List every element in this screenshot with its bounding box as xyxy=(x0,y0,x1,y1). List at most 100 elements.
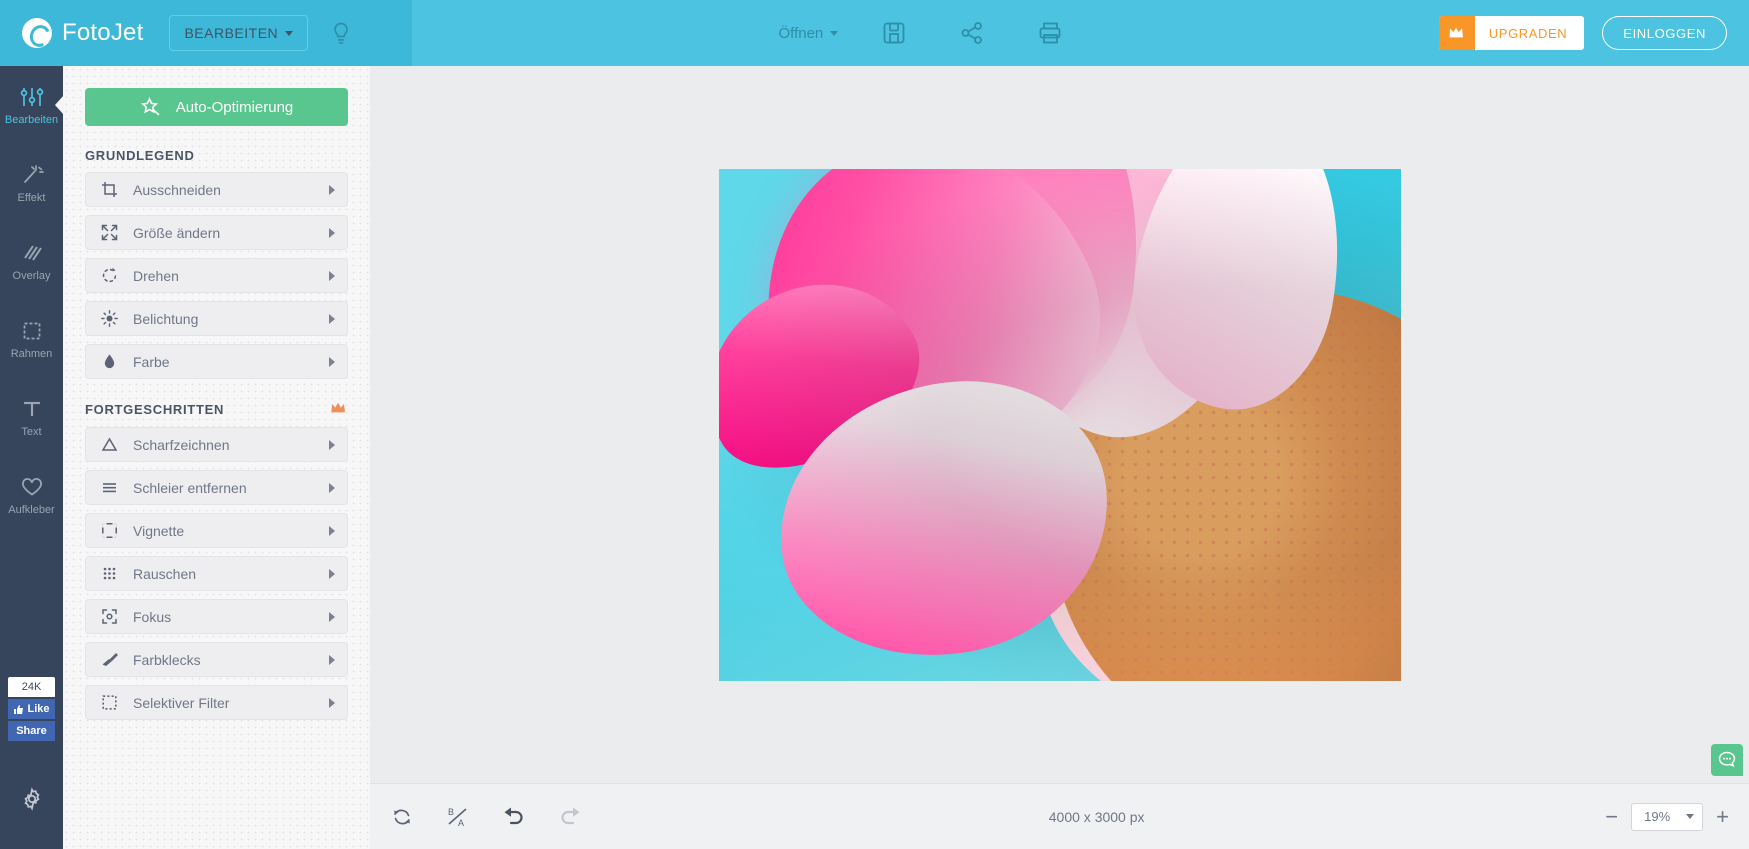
tool-schleier-entfernen[interactable]: Schleier entfernen xyxy=(85,470,348,505)
auto-enhance-label: Auto-Optimierung xyxy=(175,98,294,116)
upgrade-button[interactable]: UPGRADEN xyxy=(1438,16,1585,50)
undo-button[interactable] xyxy=(496,799,532,835)
zoom-level-select[interactable]: 19% xyxy=(1631,802,1704,831)
chevron-down-icon xyxy=(830,30,839,36)
tool-ausschneiden[interactable]: Ausschneiden xyxy=(85,172,348,207)
tool-label: Größe ändern xyxy=(133,224,221,241)
zoom-controls: − 19% + xyxy=(1605,802,1749,831)
sidebar-item-overlay[interactable]: Overlay xyxy=(0,222,63,300)
bottom-toolbar-left: B A xyxy=(370,799,588,835)
login-button[interactable]: EINLOGGEN xyxy=(1602,16,1727,50)
gear-icon xyxy=(23,787,40,811)
thumbs-up-icon xyxy=(14,704,24,714)
facebook-social-widget: 24K Like Share xyxy=(8,677,55,741)
sidebar-item-label: Aufkleber xyxy=(8,503,55,516)
focus-icon xyxy=(98,608,120,625)
tool-scharfzeichnen[interactable]: Scharfzeichnen xyxy=(85,427,348,462)
save-icon xyxy=(883,22,905,44)
upgrade-label: UPGRADEN xyxy=(1488,25,1568,41)
paintbrush-icon xyxy=(98,651,120,668)
edit-menu-label: BEARBEITEN xyxy=(184,25,279,41)
heart-icon xyxy=(21,477,42,496)
text-t-icon xyxy=(23,401,40,416)
tool-label: Belichtung xyxy=(133,310,199,327)
crown-icon-wrap xyxy=(1438,16,1475,50)
left-nav-rail: Bearbeiten Effekt Overlay Rahmen Text Au… xyxy=(0,66,63,849)
tool-belichtung[interactable]: Belichtung xyxy=(85,301,348,336)
settings-button[interactable] xyxy=(0,787,63,811)
facebook-like-label: Like xyxy=(27,703,50,715)
facebook-share-button[interactable]: Share xyxy=(8,721,55,741)
resize-icon xyxy=(98,224,120,241)
sidebar-item-rahmen[interactable]: Rahmen xyxy=(0,300,63,378)
facebook-share-label: Share xyxy=(16,725,47,737)
chevron-down-icon xyxy=(285,30,294,36)
vignette-icon xyxy=(98,522,120,539)
sidebar-item-aufkleber[interactable]: Aufkleber xyxy=(0,456,63,534)
sidebar-item-label: Overlay xyxy=(12,269,51,282)
before-after-button[interactable]: B A xyxy=(440,799,476,835)
tool-label: Drehen xyxy=(133,267,179,284)
tool-groesse-aendern[interactable]: Größe ändern xyxy=(85,215,348,250)
print-button[interactable] xyxy=(1028,11,1072,55)
reset-button[interactable] xyxy=(384,799,420,835)
zoom-out-button[interactable]: − xyxy=(1605,805,1618,828)
tool-label: Ausschneiden xyxy=(133,181,221,198)
canvas-area[interactable] xyxy=(370,66,1749,783)
photo-canvas[interactable] xyxy=(718,168,1401,681)
tool-drehen[interactable]: Drehen xyxy=(85,258,348,293)
chevron-right-icon xyxy=(329,313,335,324)
tool-fokus[interactable]: Fokus xyxy=(85,599,348,634)
section-title: FORTGESCHRITTEN xyxy=(85,402,225,417)
zoom-level-value: 19% xyxy=(1644,809,1671,824)
tool-label: Selektiver Filter xyxy=(133,694,230,711)
header-center-tools: Öffnen xyxy=(412,0,1439,66)
chevron-right-icon xyxy=(329,439,335,450)
sidebar-item-effekt[interactable]: Effekt xyxy=(0,144,63,222)
tool-label: Farbe xyxy=(133,353,170,370)
dotted-square-icon xyxy=(98,694,120,711)
noise-grid-icon xyxy=(98,565,120,582)
redo-button xyxy=(552,799,588,835)
section-title: GRUNDLEGEND xyxy=(85,148,195,163)
tool-farbe[interactable]: Farbe xyxy=(85,344,348,379)
tool-label: Schleier entfernen xyxy=(133,479,247,496)
login-label: EINLOGGEN xyxy=(1623,25,1706,41)
tool-label: Scharfzeichnen xyxy=(133,436,230,453)
droplet-icon xyxy=(98,353,120,370)
header-left-zone: FotoJet BEARBEITEN xyxy=(0,0,412,66)
tool-label: Rauschen xyxy=(133,565,197,582)
support-chat-button[interactable] xyxy=(1711,744,1743,776)
hatch-square-icon xyxy=(23,244,42,261)
auto-enhance-button[interactable]: Auto-Optimierung xyxy=(85,88,348,126)
app-header: FotoJet BEARBEITEN Öffnen UPGRADEN EINLO… xyxy=(0,0,1749,66)
chevron-right-icon xyxy=(329,227,335,238)
tool-selektiver-filter[interactable]: Selektiver Filter xyxy=(85,685,348,720)
zoom-in-button[interactable]: + xyxy=(1716,805,1729,828)
chevron-right-icon xyxy=(329,270,335,281)
magic-wand-icon xyxy=(23,164,44,183)
tips-bulb-button[interactable] xyxy=(330,21,352,45)
reset-icon xyxy=(394,809,410,824)
open-menu-dropdown[interactable]: Öffnen xyxy=(779,25,839,42)
edit-menu-dropdown[interactable]: BEARBEITEN xyxy=(169,15,309,51)
bottom-toolbar: B A 4000 x 3000 px − 19% + xyxy=(370,783,1749,849)
print-icon xyxy=(1039,22,1061,44)
tool-vignette[interactable]: Vignette xyxy=(85,513,348,548)
share-icon xyxy=(961,22,983,44)
tool-label: Farbklecks xyxy=(133,651,201,668)
chevron-right-icon xyxy=(329,184,335,195)
save-button[interactable] xyxy=(872,11,916,55)
tool-farbklecks[interactable]: Farbklecks xyxy=(85,642,348,677)
fotojet-editor-window: FotoJet BEARBEITEN Öffnen UPGRADEN EINLO… xyxy=(0,0,1749,849)
tool-rauschen[interactable]: Rauschen xyxy=(85,556,348,591)
chevron-down-icon xyxy=(1686,814,1695,819)
sidebar-item-text[interactable]: Text xyxy=(0,378,63,456)
sidebar-item-bearbeiten[interactable]: Bearbeiten xyxy=(0,66,63,144)
rotate-icon xyxy=(98,267,120,284)
share-button[interactable] xyxy=(950,11,994,55)
sidebar-item-label: Bearbeiten xyxy=(4,113,59,126)
facebook-like-button[interactable]: Like xyxy=(8,699,55,719)
sidebar-item-label: Effekt xyxy=(17,191,46,204)
app-logo[interactable]: FotoJet xyxy=(22,18,143,48)
